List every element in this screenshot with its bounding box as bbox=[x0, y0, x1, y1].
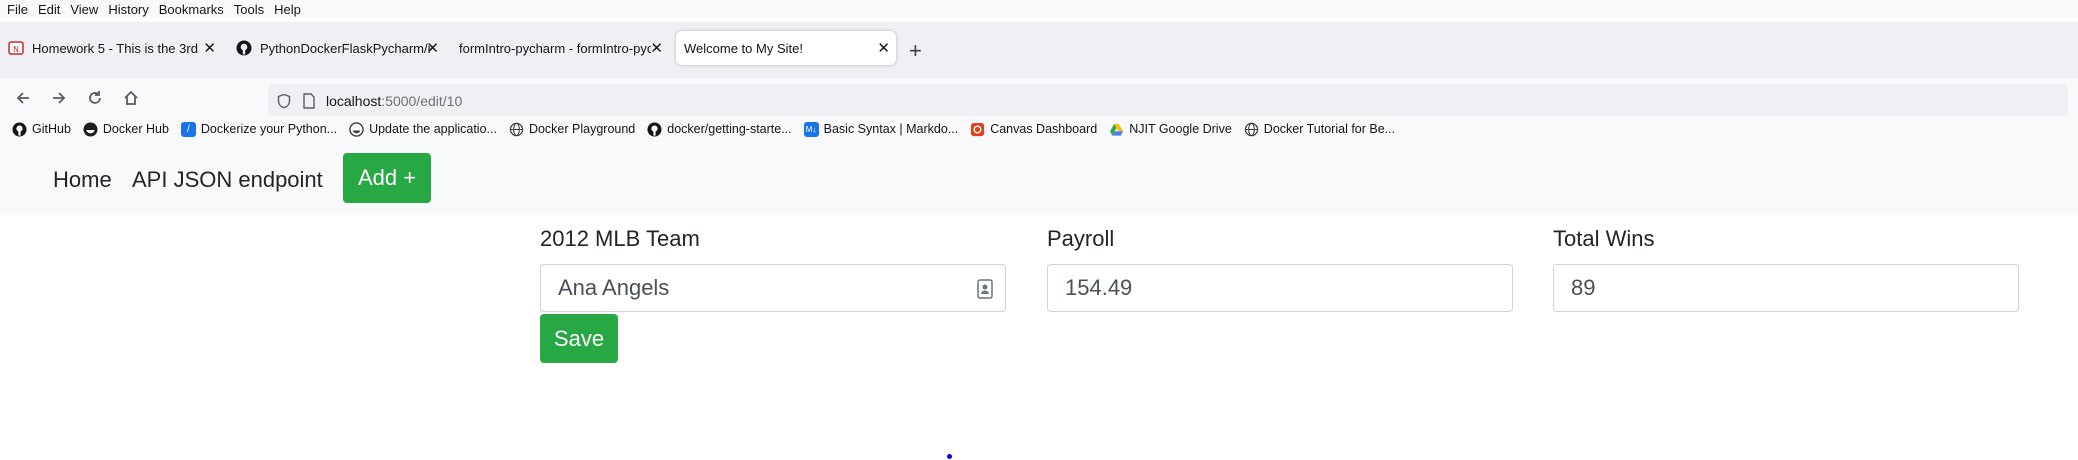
bookmark-docker-playground[interactable]: Docker Playground bbox=[509, 122, 635, 137]
globe-icon bbox=[1244, 122, 1259, 137]
bookmark-label: Docker Hub bbox=[102, 122, 169, 136]
bookmarks-bar: GitHub Docker Hub / Dockerize your Pytho… bbox=[0, 116, 2078, 143]
close-icon[interactable]: ✕ bbox=[650, 39, 663, 57]
menu-view[interactable]: View bbox=[70, 2, 98, 17]
menu-history[interactable]: History bbox=[108, 2, 148, 17]
shield-icon[interactable] bbox=[276, 93, 292, 109]
payroll-label: Payroll bbox=[1047, 226, 1115, 251]
nav-home-link[interactable]: Home bbox=[53, 167, 112, 193]
tab-label: Welcome to My Site! bbox=[684, 40, 803, 56]
globe-icon bbox=[509, 122, 524, 137]
tab-welcome[interactable]: Welcome to My Site! ✕ bbox=[676, 31, 896, 65]
menu-file[interactable]: File bbox=[7, 2, 28, 17]
drive-icon bbox=[1109, 122, 1124, 137]
bookmark-canvas-dashboard[interactable]: Canvas Dashboard bbox=[970, 122, 1097, 137]
bookmark-label: Basic Syntax | Markdo... bbox=[823, 122, 959, 136]
menu-help[interactable]: Help bbox=[274, 2, 301, 17]
bookmark-docker-hub[interactable]: Docker Hub bbox=[83, 121, 169, 137]
bookmark-getting-started[interactable]: docker/getting-starte... bbox=[647, 121, 792, 137]
url-host: localhost bbox=[326, 93, 382, 109]
markdown-icon: M↓ bbox=[803, 121, 819, 137]
close-icon[interactable]: ✕ bbox=[203, 39, 216, 57]
url-path: :5000/edit/10 bbox=[381, 93, 463, 109]
njit-icon: N bbox=[8, 40, 24, 56]
home-button[interactable] bbox=[122, 89, 140, 112]
bookmark-label: Dockerize your Python... bbox=[200, 122, 338, 136]
tab-formintro[interactable]: formIntro-pycharm - formIntro-pyc ✕ bbox=[451, 31, 669, 65]
new-tab-button[interactable]: + bbox=[909, 38, 922, 64]
docker-icon bbox=[83, 121, 98, 137]
stray-dot bbox=[947, 454, 952, 459]
menu-edit[interactable]: Edit bbox=[38, 2, 60, 17]
team-label: 2012 MLB Team bbox=[540, 226, 700, 251]
tab-label: PythonDockerFlaskPycharm/ini bbox=[260, 40, 430, 56]
bookmark-label: GitHub bbox=[32, 122, 71, 136]
wins-input[interactable]: 89 bbox=[1553, 264, 2019, 312]
page-icon[interactable] bbox=[302, 93, 316, 109]
menu-bar: File Edit View History Bookmarks Tools H… bbox=[0, 0, 2078, 18]
reload-button[interactable] bbox=[86, 89, 104, 112]
bookmark-update-application[interactable]: Update the applicatio... bbox=[349, 121, 497, 137]
bookmark-icon: / bbox=[180, 121, 196, 137]
tab-strip: N Homework 5 - This is the 3rd pa ✕ Pyth… bbox=[0, 22, 2078, 78]
tab-homework[interactable]: N Homework 5 - This is the 3rd pa ✕ bbox=[0, 31, 222, 65]
bookmark-dockerize-python[interactable]: / Dockerize your Python... bbox=[180, 121, 338, 137]
bookmark-label: Update the applicatio... bbox=[369, 122, 497, 136]
tab-github-repo[interactable]: PythonDockerFlaskPycharm/ini ✕ bbox=[228, 31, 445, 65]
bookmark-markdown-syntax[interactable]: M↓ Basic Syntax | Markdo... bbox=[803, 121, 959, 137]
bookmark-label: NJIT Google Drive bbox=[1129, 122, 1232, 136]
tab-label: Homework 5 - This is the 3rd pa bbox=[32, 40, 200, 56]
canvas-icon bbox=[970, 122, 985, 137]
github-icon bbox=[12, 121, 27, 137]
bookmark-github[interactable]: GitHub bbox=[12, 121, 71, 137]
site-navbar: Home API JSON endpoint Add + bbox=[0, 142, 2078, 215]
wins-input-value: 89 bbox=[1571, 275, 1596, 300]
wins-label: Total Wins bbox=[1553, 226, 1655, 251]
bookmark-njit-drive[interactable]: NJIT Google Drive bbox=[1109, 122, 1232, 137]
add-button[interactable]: Add + bbox=[343, 153, 431, 203]
docker-docs-icon bbox=[349, 121, 364, 137]
close-icon[interactable]: ✕ bbox=[877, 39, 890, 57]
bookmark-label: docker/getting-starte... bbox=[667, 122, 792, 136]
svg-text:N: N bbox=[13, 45, 19, 54]
payroll-input[interactable]: 154.49 bbox=[1047, 264, 1513, 312]
menu-tools[interactable]: Tools bbox=[234, 2, 264, 17]
bookmark-docker-tutorial[interactable]: Docker Tutorial for Be... bbox=[1244, 122, 1395, 137]
tab-label: formIntro-pycharm - formIntro-pyc bbox=[459, 40, 651, 56]
bookmark-label: Docker Tutorial for Be... bbox=[1263, 122, 1396, 136]
contact-card-icon[interactable] bbox=[977, 279, 993, 299]
bookmark-label: Canvas Dashboard bbox=[990, 122, 1098, 136]
menu-bookmarks[interactable]: Bookmarks bbox=[159, 2, 224, 17]
close-icon[interactable]: ✕ bbox=[426, 39, 439, 57]
team-input-value: Ana Angels bbox=[558, 275, 670, 300]
payroll-input-value: 154.49 bbox=[1065, 275, 1133, 300]
github-icon bbox=[647, 121, 662, 137]
save-button[interactable]: Save bbox=[540, 314, 618, 363]
github-icon bbox=[236, 40, 252, 56]
team-input[interactable]: Ana Angels bbox=[540, 264, 1006, 312]
nav-api-link[interactable]: API JSON endpoint bbox=[132, 167, 323, 193]
forward-button[interactable] bbox=[50, 89, 68, 112]
back-button[interactable] bbox=[14, 89, 32, 112]
address-bar[interactable]: localhost:5000/edit/10 bbox=[268, 84, 2068, 118]
bookmark-label: Docker Playground bbox=[528, 122, 636, 136]
